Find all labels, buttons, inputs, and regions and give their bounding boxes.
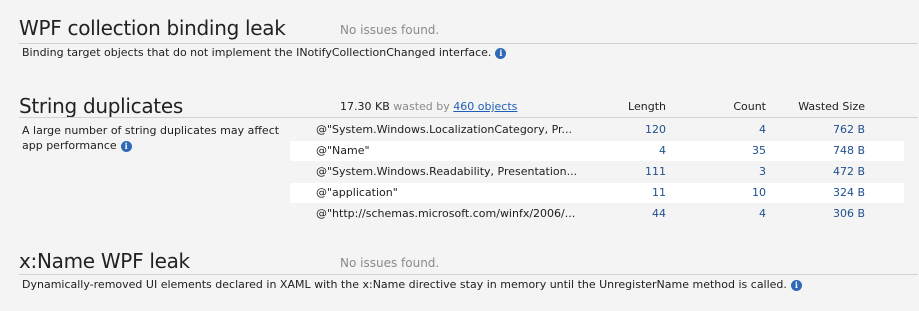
table-row[interactable]: @"System.Windows.Readability, Presentati… bbox=[290, 162, 904, 182]
length-value: 4 bbox=[659, 144, 666, 157]
description-wpf-collection: Binding target objects that do not imple… bbox=[22, 46, 507, 59]
status-wpf-collection: No issues found. bbox=[340, 23, 440, 37]
column-header-count[interactable]: Count bbox=[733, 100, 766, 113]
status-xname-leak: No issues found. bbox=[340, 256, 440, 270]
count-value: 10 bbox=[752, 186, 766, 199]
section-title-wpf-collection: WPF collection binding leak bbox=[19, 16, 286, 40]
table-row[interactable]: @"System.Windows.LocalizationCategory, P… bbox=[290, 120, 904, 140]
length-value: 44 bbox=[652, 207, 666, 220]
description-text: Binding target objects that do not imple… bbox=[22, 46, 492, 59]
wasted-total-size: 17.30 KB bbox=[340, 100, 390, 113]
column-header-length[interactable]: Length bbox=[628, 100, 666, 113]
info-icon[interactable]: i bbox=[120, 141, 132, 152]
description-text: Dynamically-removed UI elements declared… bbox=[22, 278, 787, 291]
string-value: @"http://schemas.microsoft.com/winfx/200… bbox=[316, 207, 576, 220]
table-row[interactable]: @"Name" 4 35 748 B bbox=[290, 141, 904, 161]
table-row[interactable]: @"application" 11 10 324 B bbox=[290, 183, 904, 203]
wasted-value: 324 B bbox=[832, 186, 865, 199]
length-value: 11 bbox=[652, 186, 666, 199]
count-value: 35 bbox=[752, 144, 766, 157]
column-header-wasted-size[interactable]: Wasted Size bbox=[798, 100, 865, 113]
length-value: 120 bbox=[645, 123, 666, 136]
string-value: @"System.Windows.LocalizationCategory, P… bbox=[316, 123, 573, 136]
section-title-string-duplicates: String duplicates bbox=[19, 94, 183, 118]
divider bbox=[19, 274, 918, 275]
description-string-duplicates-line1: A large number of string duplicates may … bbox=[22, 124, 280, 137]
string-duplicates-summary: 17.30 KB wasted by 460 objects bbox=[340, 100, 517, 113]
description-xname-leak: Dynamically-removed UI elements declared… bbox=[22, 278, 802, 291]
table-row[interactable]: @"http://schemas.microsoft.com/winfx/200… bbox=[290, 204, 904, 224]
count-value: 3 bbox=[759, 165, 766, 178]
string-value: @"application" bbox=[316, 186, 398, 199]
string-value: @"System.Windows.Readability, Presentati… bbox=[316, 165, 578, 178]
info-icon[interactable]: i bbox=[495, 48, 507, 59]
wasted-value: 472 B bbox=[832, 165, 865, 178]
wasted-value: 762 B bbox=[832, 123, 865, 136]
objects-link[interactable]: 460 objects bbox=[453, 100, 517, 113]
info-icon[interactable]: i bbox=[790, 280, 802, 291]
wasted-by-label: wasted by bbox=[393, 100, 450, 113]
wasted-value: 306 B bbox=[832, 207, 865, 220]
wasted-value: 748 B bbox=[832, 144, 865, 157]
string-value: @"Name" bbox=[316, 144, 370, 157]
description-text: app performance bbox=[22, 139, 117, 152]
divider bbox=[19, 117, 918, 118]
count-value: 4 bbox=[759, 123, 766, 136]
section-title-xname-leak: x:Name WPF leak bbox=[19, 249, 190, 273]
divider bbox=[19, 43, 918, 44]
description-string-duplicates-line2: app performance i bbox=[22, 139, 132, 152]
length-value: 111 bbox=[645, 165, 666, 178]
count-value: 4 bbox=[759, 207, 766, 220]
diagnostics-page: WPF collection binding leak No issues fo… bbox=[0, 0, 919, 311]
